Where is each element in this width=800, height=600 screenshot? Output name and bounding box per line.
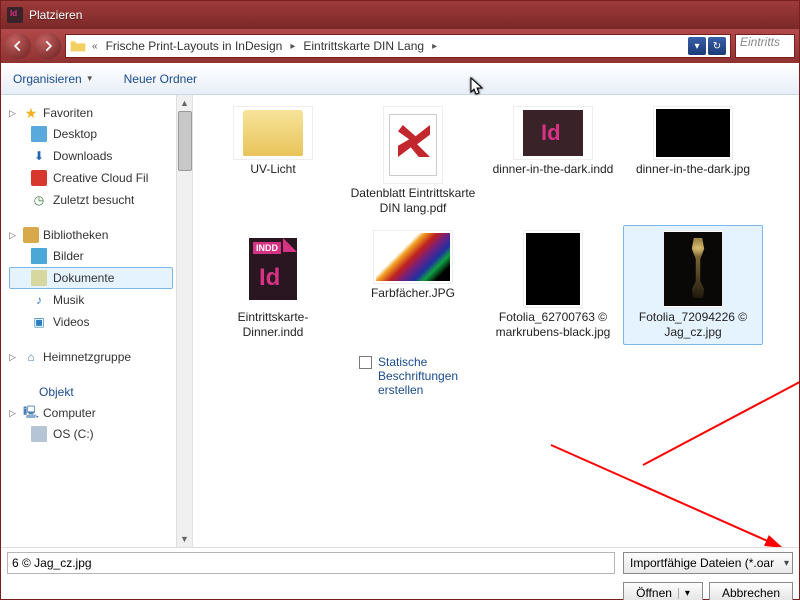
filename-row: 6 © Jag_cz.jpg Importfähige Dateien (*.o… xyxy=(1,547,799,578)
chevron-right-icon: ▸ xyxy=(288,41,297,52)
file-name: UV-Licht xyxy=(250,162,295,177)
star-icon: ★ xyxy=(23,105,39,121)
file-name: Eintrittskarte-Dinner.indd xyxy=(208,310,338,340)
static-captions-label: Statische Beschriftungen erstellen xyxy=(378,355,488,397)
file-filter-combo[interactable]: Importfähige Dateien (*.oar xyxy=(623,552,793,574)
sidebar-item-recent[interactable]: ◷Zuletzt besucht xyxy=(9,189,173,211)
recent-icon: ◷ xyxy=(31,192,47,208)
desktop-icon xyxy=(31,126,47,142)
sidebar-item-pictures[interactable]: Bilder xyxy=(9,245,173,267)
file-name: dinner-in-the-dark.indd xyxy=(493,162,614,177)
static-captions-row: Statische Beschriftungen erstellen xyxy=(193,351,799,401)
file-item-selected[interactable]: Fotolia_72094226 © Jag_cz.jpg xyxy=(623,225,763,345)
cancel-button[interactable]: Abbrechen xyxy=(709,582,793,600)
file-pane: UV-Licht Datenblatt Eintrittskarte DIN l… xyxy=(193,95,799,547)
sidebar-group-homegroup[interactable]: ▷⌂Heimnetzgruppe xyxy=(9,347,173,367)
sidebar-group-computer[interactable]: ▷🖳Computer xyxy=(9,403,173,423)
nav-row: « Frische Print-Layouts in InDesign ▸ Ei… xyxy=(1,29,799,63)
image-thumb xyxy=(376,233,450,281)
image-thumb xyxy=(656,109,730,157)
scroll-down-icon[interactable]: ▼ xyxy=(177,531,192,547)
title-bar: Platzieren xyxy=(1,1,799,29)
annotation-arrow xyxy=(543,437,799,547)
image-thumb xyxy=(526,233,580,305)
path-seg-1[interactable]: Eintrittskarte DIN Lang xyxy=(301,39,426,53)
videos-icon: ▣ xyxy=(31,314,47,330)
organize-menu[interactable]: Organisieren▼ xyxy=(13,72,94,86)
file-item[interactable]: Datenblatt Eintrittskarte DIN lang.pdf xyxy=(343,101,483,221)
file-name: Datenblatt Eintrittskarte DIN lang.pdf xyxy=(348,186,478,216)
sidebar: ▷★Favoriten Desktop ⬇Downloads Creative … xyxy=(1,95,193,547)
creative-cloud-icon xyxy=(31,170,47,186)
toolbar: Organisieren▼ Neuer Ordner xyxy=(1,63,799,95)
refresh-button[interactable]: ↻ xyxy=(708,37,726,55)
file-item[interactable]: Farbfächer.JPG xyxy=(343,225,483,345)
indd-icon xyxy=(249,238,297,300)
sidebar-item-os-c[interactable]: OS (C:) xyxy=(9,423,173,445)
open-button[interactable]: Öffnen xyxy=(623,582,703,600)
download-icon: ⬇ xyxy=(31,148,47,164)
sidebar-item-downloads[interactable]: ⬇Downloads xyxy=(9,145,173,167)
sidebar-item-music[interactable]: ♪Musik xyxy=(9,289,173,311)
file-item[interactable]: Eintrittskarte-Dinner.indd xyxy=(203,225,343,345)
pictures-icon xyxy=(31,248,47,264)
static-captions-checkbox[interactable] xyxy=(359,356,372,369)
file-name: Fotolia_72094226 © Jag_cz.jpg xyxy=(628,310,758,340)
history-chevron-icon[interactable]: « xyxy=(90,41,100,52)
folder-icon xyxy=(243,110,303,156)
forward-button[interactable] xyxy=(35,33,61,59)
file-item[interactable]: Fotolia_62700763 © markrubens-black.jpg xyxy=(483,225,623,345)
search-input[interactable]: Eintritts xyxy=(735,34,795,58)
file-item[interactable]: dinner-in-the-dark.jpg xyxy=(623,101,763,221)
file-name: dinner-in-the-dark.jpg xyxy=(636,162,750,177)
window-title: Platzieren xyxy=(29,8,82,22)
file-name: Farbfächer.JPG xyxy=(371,286,455,301)
image-thumb xyxy=(664,232,722,306)
documents-icon xyxy=(31,270,47,286)
music-icon: ♪ xyxy=(31,292,47,308)
path-dropdown-button[interactable]: ▾ xyxy=(688,37,706,55)
sidebar-scrollbar[interactable]: ▲ ▼ xyxy=(176,95,192,547)
sidebar-item-desktop[interactable]: Desktop xyxy=(9,123,173,145)
sidebar-item-creative-cloud[interactable]: Creative Cloud Fil xyxy=(9,167,173,189)
app-icon xyxy=(7,7,23,23)
drive-icon xyxy=(31,426,47,442)
sidebar-group-favorites[interactable]: ▷★Favoriten xyxy=(9,103,173,123)
scroll-up-icon[interactable]: ▲ xyxy=(177,95,192,111)
pdf-icon xyxy=(389,114,437,176)
chevron-right-icon: ▸ xyxy=(430,41,439,52)
folder-icon xyxy=(70,39,86,53)
sidebar-group-libraries[interactable]: ▷Bibliotheken xyxy=(9,225,173,245)
back-button[interactable] xyxy=(5,33,31,59)
indd-icon xyxy=(523,110,583,156)
file-item[interactable]: dinner-in-the-dark.indd xyxy=(483,101,623,221)
scroll-thumb[interactable] xyxy=(178,111,192,171)
path-bar[interactable]: « Frische Print-Layouts in InDesign ▸ Ei… xyxy=(65,34,731,58)
file-item[interactable]: UV-Licht xyxy=(203,101,343,221)
sidebar-item-documents[interactable]: Dokumente xyxy=(9,267,173,289)
sidebar-item-videos[interactable]: ▣Videos xyxy=(9,311,173,333)
homegroup-icon: ⌂ xyxy=(23,349,39,365)
file-name: Fotolia_62700763 © markrubens-black.jpg xyxy=(488,310,618,340)
computer-icon: 🖳 xyxy=(23,405,39,421)
filename-input[interactable]: 6 © Jag_cz.jpg xyxy=(7,552,615,574)
objekt-link[interactable]: Objekt xyxy=(9,381,173,403)
new-folder-button[interactable]: Neuer Ordner xyxy=(124,72,197,86)
library-icon xyxy=(23,227,39,243)
path-seg-0[interactable]: Frische Print-Layouts in InDesign xyxy=(104,39,285,53)
